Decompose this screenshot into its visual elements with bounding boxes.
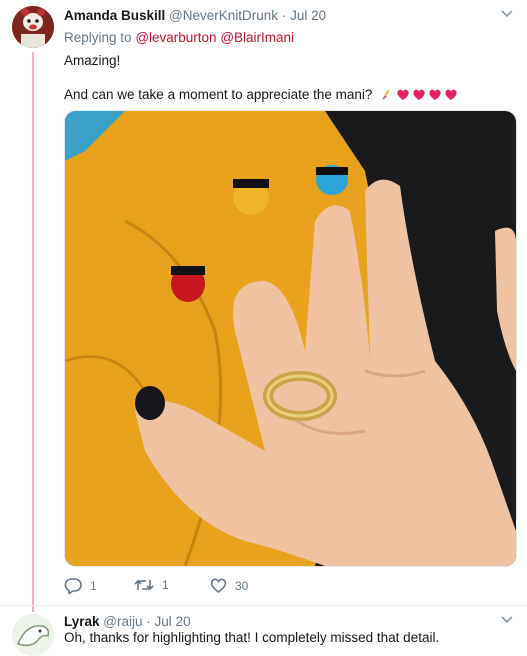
author-name[interactable]: Amanda Buskill bbox=[64, 8, 165, 23]
mention-link[interactable]: @BlairImani bbox=[220, 30, 294, 45]
retweet-button[interactable]: 1 bbox=[134, 578, 169, 592]
like-button[interactable]: 30 bbox=[210, 578, 248, 593]
retweet-icon bbox=[134, 579, 154, 591]
tweet[interactable]: Lyrak @raiju · Jul 20 Oh, thanks for hig… bbox=[0, 605, 527, 656]
author-handle[interactable]: @raiju bbox=[103, 614, 142, 629]
mention-link[interactable]: @levarburton bbox=[135, 30, 216, 45]
tweet-date[interactable]: Jul 20 bbox=[290, 8, 326, 23]
heart-outline-icon bbox=[210, 578, 227, 593]
tweet-text-line: Amazing! bbox=[64, 53, 121, 68]
tweet-header: Lyrak @raiju · Jul 20 bbox=[64, 614, 191, 629]
tweet-text: And can we take a moment to appreciate t… bbox=[64, 87, 373, 102]
avatar[interactable] bbox=[12, 614, 54, 656]
replying-to-label: Replying to bbox=[64, 30, 132, 45]
tweet-date[interactable]: Jul 20 bbox=[155, 614, 191, 629]
heart-icon bbox=[429, 89, 441, 100]
tweet[interactable]: Amanda Buskill @NeverKnitDrunk · Jul 20 … bbox=[0, 0, 527, 605]
separator: · bbox=[281, 8, 287, 23]
tweet-header: Amanda Buskill @NeverKnitDrunk · Jul 20 bbox=[64, 8, 326, 23]
heart-icon bbox=[397, 89, 409, 100]
chevron-down-icon[interactable] bbox=[501, 616, 513, 624]
tweet-actions: 1 1 30 bbox=[64, 578, 364, 598]
reply-count: 1 bbox=[90, 579, 97, 593]
retweet-count: 1 bbox=[162, 578, 169, 592]
like-count: 30 bbox=[235, 578, 249, 593]
nail-polish-icon bbox=[382, 90, 390, 100]
tweet-text: Oh, thanks for highlighting that! I comp… bbox=[64, 630, 440, 645]
heart-icon bbox=[445, 89, 457, 100]
heart-icon bbox=[413, 89, 425, 100]
emoji-group bbox=[380, 88, 458, 101]
tweet-text-line: And can we take a moment to appreciate t… bbox=[64, 87, 458, 102]
replying-to: Replying to @levarburton @BlairImani bbox=[64, 30, 294, 45]
reply-icon bbox=[64, 578, 82, 594]
separator: · bbox=[146, 614, 151, 629]
author-name[interactable]: Lyrak bbox=[64, 614, 100, 629]
tweet-photo[interactable] bbox=[64, 110, 517, 567]
chevron-down-icon[interactable] bbox=[501, 10, 513, 18]
avatar[interactable] bbox=[12, 6, 54, 48]
author-handle[interactable]: @NeverKnitDrunk bbox=[169, 8, 278, 23]
reply-button[interactable]: 1 bbox=[64, 578, 97, 594]
